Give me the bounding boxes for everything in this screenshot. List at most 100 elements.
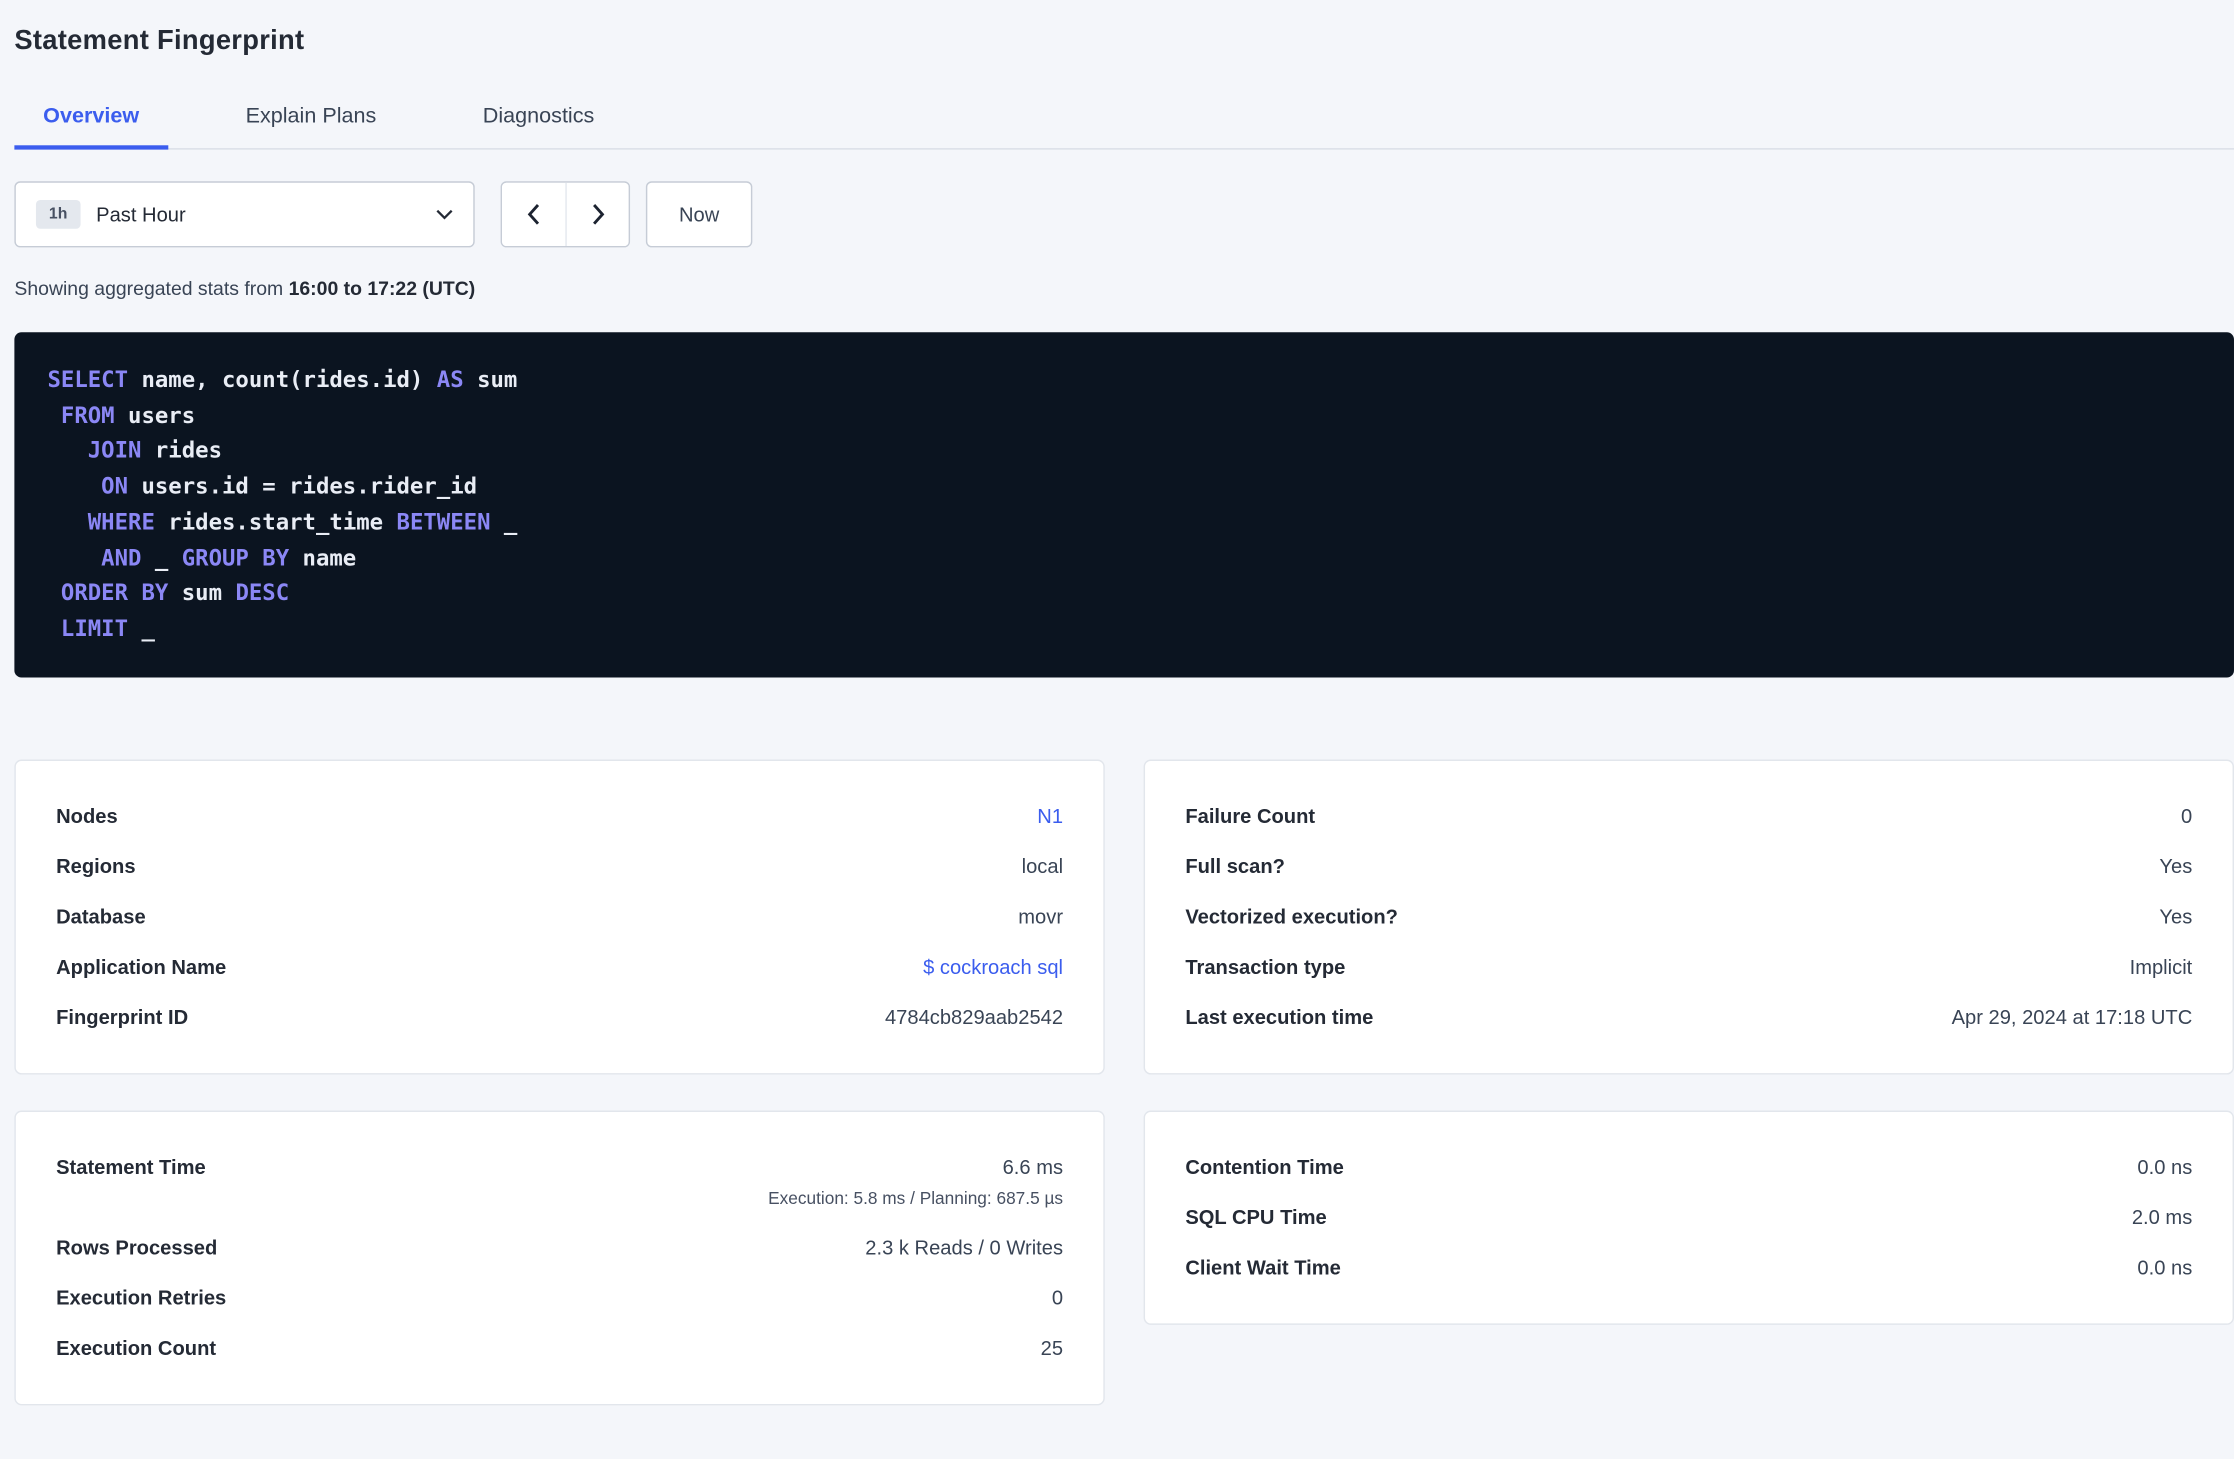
statement-fingerprint-page: Statement Fingerprint Overview Explain P…: [0, 0, 2234, 1459]
summary-cards-grid: Nodes N1 Regions local Database movr Applicati…: [14, 758, 2234, 1405]
summary-row: Rows Processed 2.3 k Reads / 0 Writes: [56, 1222, 1063, 1272]
row-value-group: 0.0 ns: [2137, 1155, 2192, 1178]
row-label: Nodes: [56, 804, 118, 828]
row-value-group: 0.0 ns: [2137, 1256, 2192, 1279]
row-value: 0.0 ns: [2137, 1155, 2193, 1179]
row-label: Regions: [56, 854, 136, 878]
summary-row: Failure Count 0: [1185, 791, 2192, 841]
summary-row: Regions local: [56, 841, 1063, 891]
row-value: Apr 29, 2024 at 17:18 UTC: [1951, 1005, 2193, 1029]
row-value-group: 2.0 ms: [2132, 1206, 2192, 1229]
summary-row: Client Wait Time 0.0 ns: [1185, 1242, 2192, 1292]
row-label: Application Name: [56, 955, 227, 979]
details-card-left: Nodes N1 Regions local Database movr Applicati…: [14, 758, 1105, 1075]
sql-line: WHERE rides.start_time BETWEEN _: [87, 508, 518, 535]
row-value-group: 25: [1041, 1337, 1063, 1360]
row-label: Client Wait Time: [1185, 1255, 1341, 1280]
next-interval-button[interactable]: [565, 182, 629, 246]
row-value-group: movr: [1018, 905, 1063, 928]
row-value: Yes: [2159, 854, 2193, 878]
summary-row: Application Name $ cockroach sql: [56, 942, 1063, 992]
sql-line: ORDER BY sum DESC: [60, 580, 290, 606]
row-value-link[interactable]: $ cockroach sql: [923, 955, 1063, 978]
row-value-link[interactable]: N1: [1037, 804, 1063, 827]
summary-row: Transaction type Implicit: [1185, 942, 2192, 992]
row-label: Failure Count: [1185, 804, 1316, 828]
row-value: 25: [1040, 1336, 1064, 1360]
row-value: 2.0 ms: [2131, 1205, 2193, 1229]
prev-interval-button[interactable]: [502, 182, 566, 246]
row-label: Rows Processed: [56, 1235, 218, 1259]
row-label: Database: [56, 904, 146, 929]
summary-row: Database movr: [56, 891, 1063, 941]
row-value: 4784cb829aab2542: [884, 1005, 1064, 1029]
sql-statement-box: SELECT name, count(rides.id) AS sum FROM…: [14, 332, 2234, 677]
summary-row: Execution Count 25: [56, 1323, 1063, 1373]
chevron-right-icon: [591, 203, 605, 226]
summary-row: Execution Retries 0: [56, 1273, 1063, 1323]
row-label: Last execution time: [1185, 1005, 1374, 1029]
row-value-group: $ cockroach sql: [923, 955, 1063, 978]
tab-bar: Overview Explain Plans Diagnostics: [14, 86, 2234, 150]
summary-row: SQL CPU Time 2.0 ms: [1185, 1192, 2192, 1242]
row-value-group: Implicit: [2130, 955, 2193, 978]
now-button[interactable]: Now: [645, 181, 753, 248]
timing-card-right: Contention Time 0.0 ns SQL CPU Time 2.0 ms C…: [1143, 1109, 2234, 1325]
summary-row: Contention Time 0.0 ns: [1185, 1142, 2192, 1192]
time-toolbar: 1h Past Hour Now: [14, 181, 2234, 248]
sql-line: ON users.id = rides.rider_id: [101, 473, 478, 500]
row-value-group: Yes: [2159, 855, 2192, 878]
chevron-down-icon: [436, 209, 453, 221]
summary-row: Full scan? Yes: [1185, 841, 2192, 891]
summary-row: Nodes N1: [56, 791, 1063, 841]
timing-card-left: Statement Time 6.6 ms Execution: 5.8 ms / …: [14, 1109, 1105, 1405]
row-value-group: 0: [1052, 1286, 1063, 1309]
tab-diagnostics[interactable]: Diagnostics: [454, 86, 623, 148]
row-label: Execution Count: [56, 1336, 217, 1360]
row-value: movr: [1018, 904, 1064, 929]
time-range-dropdown[interactable]: 1h Past Hour: [14, 181, 475, 248]
row-value-group: 2.3 k Reads / 0 Writes: [865, 1236, 1063, 1259]
page-title: Statement Fingerprint: [14, 25, 305, 57]
stats-caption-range: 16:00 to 17:22 (UTC): [288, 277, 476, 300]
row-label: Vectorized execution?: [1185, 904, 1398, 929]
summary-row: Statement Time 6.6 ms Execution: 5.8 ms / …: [56, 1142, 1063, 1223]
row-label: SQL CPU Time: [1185, 1205, 1327, 1229]
tab-overview[interactable]: Overview: [14, 86, 168, 150]
sql-line: AND _ GROUP BY name: [101, 544, 357, 571]
stats-caption-prefix: Showing aggregated stats from: [14, 277, 289, 300]
sql-line: LIMIT _: [60, 615, 155, 642]
row-label: Contention Time: [1185, 1155, 1344, 1179]
row-label: Full scan?: [1185, 854, 1285, 878]
summary-row: Fingerprint ID 4784cb829aab2542: [56, 992, 1063, 1042]
time-range-label: Past Hour: [96, 202, 186, 226]
time-interval-badge: 1h: [35, 199, 81, 229]
summary-row: Last execution time Apr 29, 2024 at 17:18…: [1185, 992, 2192, 1042]
row-value: 0: [2181, 804, 2193, 828]
row-value-group: 0: [2181, 804, 2192, 827]
row-value-group: Yes: [2159, 905, 2192, 928]
row-label: Fingerprint ID: [56, 1005, 189, 1029]
row-value: 6.6 ms: [1002, 1155, 1064, 1179]
row-value-group: local: [1022, 855, 1063, 878]
row-label: Statement Time: [56, 1155, 206, 1179]
sql-line: SELECT name, count(rides.id) AS sum: [47, 366, 518, 393]
row-value: 0.0 ns: [2137, 1255, 2193, 1280]
chevron-left-icon: [526, 203, 540, 226]
row-label: Transaction type: [1185, 955, 1346, 979]
row-value-group: Apr 29, 2024 at 17:18 UTC: [1952, 1006, 2193, 1029]
row-value-group: 4784cb829aab2542: [885, 1006, 1063, 1029]
row-value: Implicit: [2129, 955, 2193, 979]
row-value: 2.3 k Reads / 0 Writes: [865, 1235, 1064, 1259]
sql-line: JOIN rides: [87, 437, 223, 464]
tab-explain-plans[interactable]: Explain Plans: [217, 86, 405, 148]
row-value: 0: [1051, 1286, 1064, 1310]
row-label: Execution Retries: [56, 1286, 227, 1310]
interval-pager: [500, 181, 631, 248]
row-subvalue: Execution: 5.8 ms / Planning: 687.5 µs: [768, 1188, 1064, 1209]
summary-row: Vectorized execution? Yes: [1185, 891, 2192, 941]
row-value: local: [1021, 854, 1064, 878]
row-value: Yes: [2159, 904, 2193, 929]
sql-line: FROM users: [60, 402, 196, 429]
stats-caption: Showing aggregated stats from 16:00 to 1…: [14, 278, 2234, 300]
